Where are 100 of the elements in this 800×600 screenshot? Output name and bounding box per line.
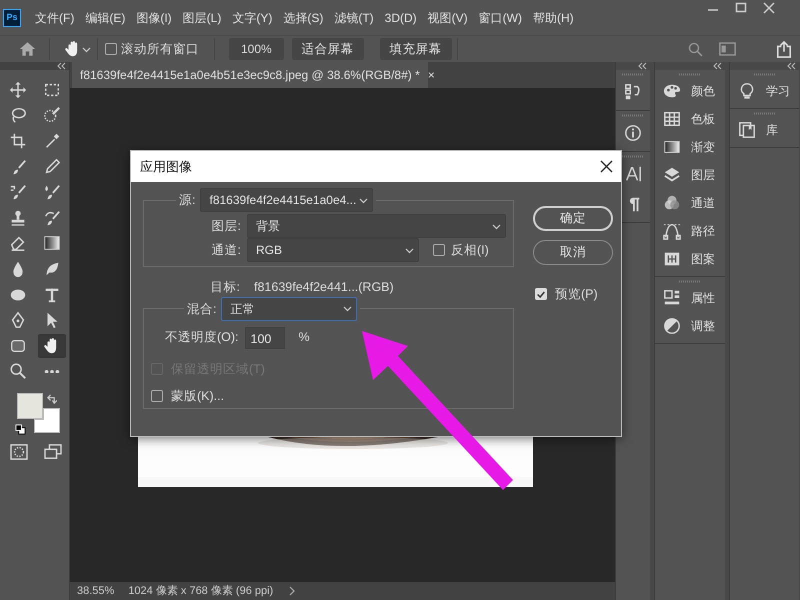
swatches-icon — [663, 110, 681, 128]
swap-icon[interactable] — [46, 394, 57, 406]
menu-item[interactable]: 文件(F) — [35, 8, 74, 26]
zoom-field[interactable]: 100% — [229, 38, 284, 60]
panel-button[interactable]: 图层 — [655, 161, 725, 189]
panel-button[interactable]: 色板 — [655, 105, 725, 133]
panel-button[interactable]: 路径 — [655, 217, 725, 245]
path-icon — [663, 222, 681, 240]
zoom-icon — [9, 362, 27, 380]
character-icon — [624, 165, 642, 183]
gradient-icon — [43, 234, 61, 252]
checkbox-label: 蒙版(K)... — [171, 388, 224, 405]
tool-button[interactable] — [38, 334, 66, 358]
collapse-icon[interactable] — [637, 62, 647, 70]
toolbar-button[interactable]: 适合屏幕 — [292, 38, 364, 60]
healing-brush-icon — [9, 183, 27, 202]
pattern-icon — [663, 250, 681, 268]
panel-button[interactable]: 属性 — [655, 284, 725, 312]
search-icon[interactable] — [688, 42, 703, 56]
panel-grip[interactable] — [754, 112, 776, 115]
panel-button[interactable]: 通道 — [655, 189, 725, 217]
tab-title: f81639fe4f2e4415e1a0e4b51e3ec9c8.jpeg @ 38.6%(RGB/8#) * — [80, 67, 420, 84]
scroll-all-checkbox[interactable] — [105, 43, 117, 55]
panel-grip[interactable] — [754, 73, 776, 76]
foreground-color-swatch[interactable] — [17, 393, 43, 420]
opacity-field[interactable]: 100 — [244, 326, 285, 349]
unit-label: % — [298, 329, 310, 346]
panel-grip[interactable] — [679, 280, 701, 283]
preview-checkbox[interactable] — [535, 288, 547, 300]
panel-button[interactable]: 颜色 — [655, 77, 725, 105]
type-icon — [43, 286, 61, 304]
channel-dropdown[interactable]: RGB — [247, 238, 419, 262]
stamp-icon — [9, 208, 27, 227]
panel-grip[interactable] — [622, 155, 644, 158]
dialog-button[interactable]: 确定 — [533, 206, 613, 231]
eraser-icon — [9, 234, 27, 252]
panel-button[interactable]: 图案 — [655, 245, 725, 273]
invert-checkbox[interactable] — [433, 244, 445, 256]
tab-close[interactable]: × — [428, 66, 435, 84]
quick-mask-icon[interactable] — [10, 444, 28, 460]
menu-item[interactable]: 滤镜(T) — [334, 8, 374, 26]
collapse-icon[interactable] — [786, 62, 796, 70]
menu-item[interactable]: 图层(L) — [182, 8, 222, 26]
field-label: 目标: — [210, 279, 240, 296]
menu-item[interactable]: 编辑(E) — [85, 8, 126, 26]
menu-item[interactable]: 视图(V) — [428, 8, 468, 26]
layer-dropdown[interactable]: 背景 — [247, 214, 506, 238]
caret-icon[interactable] — [82, 46, 91, 52]
menu-item[interactable]: 图像(I) — [136, 8, 172, 26]
screen-mode-icon[interactable] — [44, 444, 62, 460]
panel-button[interactable]: 渐变 — [655, 133, 725, 161]
blending-dropdown[interactable]: 正常 — [221, 296, 358, 321]
home-icon[interactable] — [19, 41, 36, 57]
properties-icon — [663, 289, 681, 307]
dialog-button[interactable]: 取消 — [533, 240, 613, 265]
menu-item[interactable]: 窗口(W) — [478, 8, 522, 26]
panel-button[interactable]: 库 — [730, 116, 799, 144]
library-icon — [738, 121, 756, 139]
panel-grip[interactable] — [622, 114, 644, 117]
workspace-icon[interactable] — [719, 42, 736, 56]
crop-icon — [9, 132, 27, 150]
checkbox-label: 滚动所有窗口 — [121, 40, 199, 58]
share-icon[interactable] — [776, 40, 792, 58]
history-icon — [624, 83, 642, 101]
close-icon[interactable] — [600, 160, 613, 173]
field-label: 源: — [179, 194, 196, 206]
target-value: f81639fe4f2e441...(RGB) — [254, 279, 394, 296]
caret-icon — [492, 222, 501, 230]
panel-grip[interactable] — [622, 73, 644, 76]
lasso-icon — [9, 106, 27, 124]
menu-item[interactable]: 文字(Y) — [232, 8, 272, 26]
layers-icon — [663, 166, 681, 184]
app-logo[interactable]: Ps — [3, 8, 21, 26]
maximize-icon[interactable] — [734, 2, 748, 14]
mixer-brush-icon — [43, 183, 61, 202]
source-dropdown[interactable]: f81639fe4f2e4415e1a0e4... — [200, 188, 374, 212]
quick-select-icon — [43, 106, 61, 124]
collapse-icon[interactable] — [56, 62, 66, 70]
caret-icon — [405, 246, 414, 254]
eyedropper-icon — [43, 132, 61, 150]
checkbox-label: 预览(P) — [555, 286, 598, 303]
chevron-icon[interactable] — [287, 586, 298, 596]
gradient-icon — [663, 138, 681, 156]
dialog-title: 应用图像 — [140, 158, 192, 176]
field-label: 混合: — [187, 302, 216, 315]
collapse-icon[interactable] — [712, 62, 722, 70]
panel-button[interactable]: 学习 — [730, 77, 799, 105]
adjustments-icon — [663, 317, 681, 335]
menu-item[interactable]: 3D(D) — [384, 8, 417, 26]
menu-item[interactable]: 帮助(H) — [532, 8, 574, 26]
panel-grip[interactable] — [679, 73, 701, 76]
menu-item[interactable]: 选择(S) — [283, 8, 324, 26]
field-label: 不透明度(O): — [165, 329, 239, 346]
field-label: 图层: — [210, 218, 241, 235]
mask-checkbox[interactable] — [151, 390, 163, 402]
lightbulb-icon — [738, 82, 756, 100]
default-colors-icon[interactable] — [15, 424, 26, 436]
pen-icon — [9, 311, 27, 330]
panel-button[interactable]: 调整 — [655, 312, 725, 340]
toolbar-button[interactable]: 填充屏幕 — [380, 38, 452, 60]
